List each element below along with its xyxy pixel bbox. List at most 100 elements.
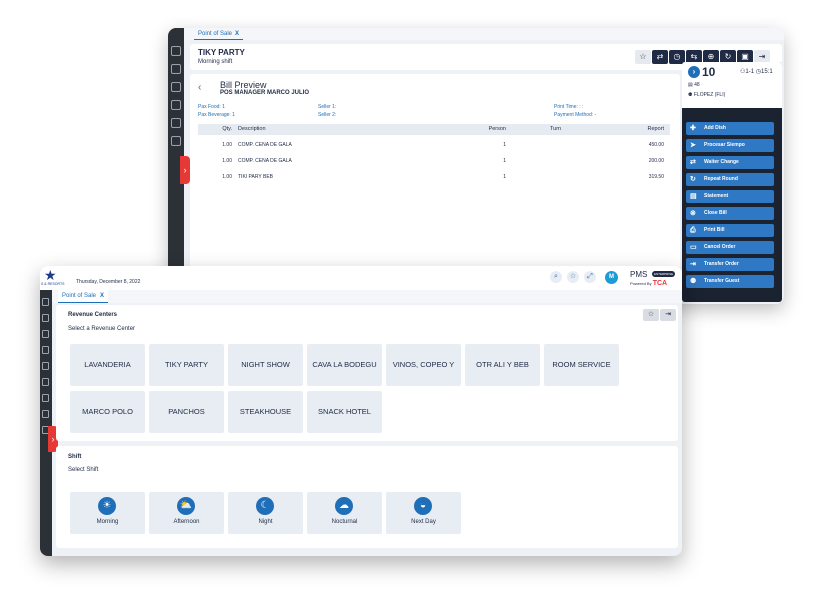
nav-icon[interactable] [171,100,181,110]
seller-2: Seller 2: [318,112,337,118]
add-dish-label: Add Dish [704,125,726,131]
next-icon[interactable]: › [688,66,700,78]
shift-nocturnal-button[interactable]: ☁ Nocturnal [307,492,382,534]
table-info: › 10 ⚇1-1 ◷15:1 ▤ 48 ⚉ FLOPEZ (FLI) [682,62,782,108]
table-number-value: 10 [702,65,716,79]
revenue-center-tile[interactable]: OTR ALI Y BEB [465,344,540,386]
tab-label: Point of Sale [198,31,233,37]
fullscreen-icon[interactable]: ⤢ [584,271,596,283]
nav-icon[interactable] [171,118,181,128]
star-icon[interactable]: ☆ [567,271,579,283]
nav-icon[interactable] [42,378,49,386]
shift-next-day-button[interactable]: ◒ Next Day [386,492,461,534]
col-report: Report [647,126,664,132]
shift-panel: Shift Select Shift ☀ Morning ⛅ Afternoon… [56,446,678,548]
tab-point-of-sale[interactable]: Point of Sale X [194,28,244,40]
cell-description: COMP. CENA DE GALA [238,142,292,148]
print-time: Print Time: : : [554,104,584,110]
revenue-center-tile[interactable]: VINOS, COPEO Y [386,344,461,386]
guest-line: ⚉ FLOPEZ (FLI) [688,92,725,98]
tab-point-of-sale[interactable]: Point of Sale X [58,290,109,303]
expand-sidebar-button[interactable]: › [180,156,190,184]
revenue-center-tile[interactable]: MARCO POLO [70,391,145,433]
top-icons: ⌕ ☆ ⤢ M [550,271,618,284]
col-person: Person [488,126,506,132]
shift-afternoon-button[interactable]: ⛅ Afternoon [149,492,224,534]
print-bill-label: Print Bill [704,227,725,233]
swap-icon[interactable]: ⇄ [652,50,668,64]
nav-icon[interactable] [171,64,181,74]
pax-and-time: ⚇1-1 ◷15:1 [740,68,773,75]
star-icon[interactable]: ☆ [635,50,651,64]
send-icon: ➤ [690,142,696,149]
shift-subtitle: Select Shift [68,467,99,473]
transfer-order-button[interactable]: ⇥ Transfer Order [686,258,774,271]
sunrise-icon: ◒ [414,497,432,515]
star-icon[interactable]: ☆ [643,309,659,321]
waiter-change-button[interactable]: ⇄ Waiter Change [686,156,774,169]
shift-morning-button[interactable]: ☀ Morning [70,492,145,534]
revenue-center-window: ★ S & RESORTS Thursday, December 8, 2022… [40,266,682,556]
revenue-centers-panel: Revenue Centers Select a Revenue Center … [56,305,678,441]
nav-icon[interactable] [42,394,49,402]
revenue-center-tile[interactable]: SNACK HOTEL [307,391,382,433]
revenue-center-tile[interactable]: CAVA LA BODEGU [307,344,382,386]
nav-icon[interactable] [171,82,181,92]
col-turn: Turn [550,126,562,132]
cell-description: TIKI PARY BEB [238,174,274,180]
transfer-order-label: Transfer Order [704,261,739,267]
brand-pms: PMS [630,270,648,279]
nav-icon[interactable] [42,362,49,370]
nav-icon[interactable] [42,410,49,418]
brand-badge: ENTERPRISE [652,271,676,277]
tab-bar: Point of Sale X [52,290,682,303]
revenue-centers-title: Revenue Centers [68,312,118,318]
nav-icon[interactable] [42,330,49,338]
bill-subtitle: POS MANAGER MARCO JULIO [220,90,310,96]
exit-icon[interactable]: ⇥ [660,309,676,321]
shift-title: Shift [68,454,82,460]
pax-beverage: Pax Beverage: 1 [198,112,235,118]
cancel-order-button[interactable]: ▭ Cancel Order [686,241,774,254]
room-icon: ▤ [688,82,693,88]
revenue-center-tile[interactable]: NIGHT SHOW [228,344,303,386]
revenue-center-tile[interactable]: ROOM SERVICE [544,344,619,386]
transfer-guest-button[interactable]: ⚉ Transfer Guest [686,275,774,288]
cell-person: 1 [503,142,506,148]
cloud-sun-icon: ⛅ [177,497,195,515]
transfer-guest-label: Transfer Guest [704,278,740,284]
cell-qty: 1.00 [222,158,232,164]
powered-by-label: Powered By [630,281,652,286]
add-dish-icon: ✚ [690,125,696,132]
nav-icon[interactable] [42,346,49,354]
revenue-center-tile[interactable]: LAVANDERIA [70,344,145,386]
nav-icon[interactable] [171,46,181,56]
nav-icon[interactable] [171,136,181,146]
nav-icon[interactable] [42,298,49,306]
repeat-round-button[interactable]: ↻ Repeat Round [686,173,774,186]
shift-night-button[interactable]: ☾ Night [228,492,303,534]
search-icon[interactable]: ⌕ [550,271,562,283]
close-tab-icon[interactable]: X [235,31,239,37]
cell-person: 1 [503,174,506,180]
logo-text: S & RESORTS [41,282,65,286]
revenue-center-tile[interactable]: PANCHOS [149,391,224,433]
avatar[interactable]: M [605,271,618,284]
nav-icon[interactable] [42,314,49,322]
revenue-center-tile[interactable]: STEAKHOUSE [228,391,303,433]
left-rail [40,290,52,556]
statement-button[interactable]: ▤ Statement [686,190,774,203]
table-number: › 10 [688,65,715,79]
shift-label: Nocturnal [331,519,358,525]
close-tab-icon[interactable]: X [100,293,104,299]
revenue-center-tile[interactable]: TIKY PARTY [149,344,224,386]
add-dish-button[interactable]: ✚ Add Dish [686,122,774,135]
process-time-button[interactable]: ➤ Procesar Siempo [686,139,774,152]
room-line: ▤ 48 [688,82,700,88]
print-bill-button[interactable]: ⎙ Print Bill [686,224,774,237]
close-bill-button[interactable]: ⊗ Close Bill [686,207,774,220]
cell-report: 319.50 [648,174,664,180]
cancel-order-label: Cancel Order [704,244,736,250]
shift-label: Afternoon [173,519,200,525]
back-chevron-icon[interactable]: ‹ [198,82,201,93]
